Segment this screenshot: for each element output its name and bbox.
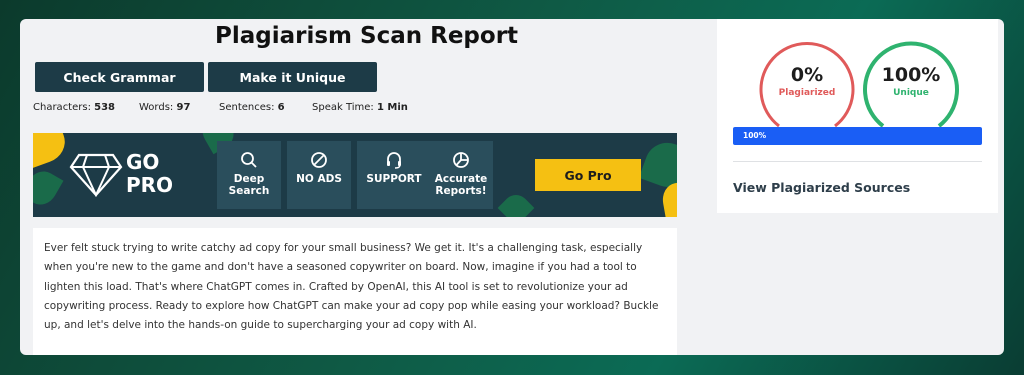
go-pro-brand-line1: GO bbox=[126, 150, 160, 174]
go-pro-brand: GO PRO bbox=[126, 151, 173, 197]
go-pro-brand-line2: PRO bbox=[126, 173, 174, 197]
feature-no-ads: NO ADS bbox=[287, 141, 351, 209]
words-value: 97 bbox=[176, 102, 191, 113]
feature-label: Search bbox=[228, 185, 270, 197]
check-grammar-button[interactable]: Check Grammar bbox=[35, 62, 204, 92]
make-unique-button[interactable]: Make it Unique bbox=[208, 62, 377, 92]
speak-time-value: 1 Min bbox=[376, 102, 408, 113]
leaf-decoration bbox=[497, 189, 535, 217]
scanned-text-box[interactable]: Ever felt stuck trying to write catchy a… bbox=[33, 228, 677, 355]
feature-label: NO ADS bbox=[296, 173, 342, 185]
report-card: Plagiarism Scan Report Check Grammar Mak… bbox=[20, 19, 1004, 355]
view-plagiarized-sources-link[interactable]: View Plagiarized Sources bbox=[733, 180, 910, 195]
speak-time-label: Speak Time: bbox=[312, 102, 374, 113]
go-pro-banner: GO PRO Deep Search NO ADS SUPPORT Accura… bbox=[33, 133, 677, 217]
characters-label: Characters: bbox=[33, 102, 91, 113]
unique-gauge: 100% Unique bbox=[861, 38, 961, 138]
pie-chart-icon bbox=[453, 152, 469, 168]
go-pro-button[interactable]: Go Pro bbox=[535, 159, 641, 191]
leaf-decoration bbox=[33, 133, 71, 170]
feature-label: Accurate bbox=[434, 173, 488, 185]
plagiarized-label: Plagiarized bbox=[778, 88, 836, 98]
search-icon bbox=[241, 152, 257, 168]
feature-deep-search: Deep Search bbox=[217, 141, 281, 209]
sentences-value: 6 bbox=[277, 102, 285, 113]
leaf-decoration bbox=[33, 165, 64, 211]
page-title: Plagiarism Scan Report bbox=[215, 23, 519, 49]
results-panel: 0% Plagiarized 100% Unique 100% View Pla… bbox=[717, 19, 998, 213]
characters-value: 538 bbox=[94, 102, 116, 113]
unique-value: 100% bbox=[881, 64, 941, 86]
sentences-label: Sentences: bbox=[219, 102, 275, 113]
characters-stat: Characters: 538 bbox=[33, 102, 115, 113]
feature-label: Deep bbox=[233, 173, 265, 185]
plagiarized-gauge: 0% Plagiarized bbox=[757, 38, 857, 138]
uniqueness-progress-bar: 100% bbox=[733, 127, 982, 145]
words-label: Words: bbox=[139, 102, 174, 113]
words-stat: Words: 97 bbox=[139, 102, 190, 113]
scanned-text: Ever felt stuck trying to write catchy a… bbox=[44, 242, 659, 332]
diamond-icon bbox=[69, 153, 123, 197]
feature-support: SUPPORT bbox=[357, 141, 431, 209]
feature-label: Reports! bbox=[435, 185, 487, 197]
headset-icon bbox=[387, 152, 401, 169]
divider bbox=[733, 161, 982, 162]
unique-label: Unique bbox=[893, 88, 929, 98]
feature-label: SUPPORT bbox=[366, 173, 422, 185]
sentences-stat: Sentences: 6 bbox=[219, 102, 285, 113]
feature-accurate-reports: Accurate Reports! bbox=[429, 141, 493, 209]
plagiarized-value: 0% bbox=[790, 64, 824, 86]
speak-time-stat: Speak Time: 1 Min bbox=[312, 102, 408, 113]
no-ads-icon bbox=[311, 152, 327, 168]
